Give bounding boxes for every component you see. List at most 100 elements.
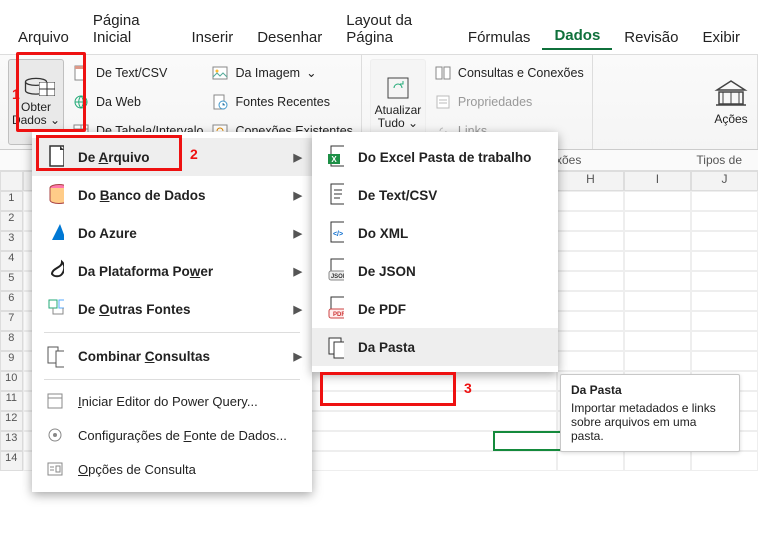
cell[interactable] [557,311,624,331]
chevron-right-icon: ▶ [294,303,302,316]
submenu-from-json[interactable]: JSON De JSON [312,252,558,290]
cell[interactable] [691,211,758,231]
cell[interactable] [624,311,691,331]
col-header[interactable]: H [557,171,624,191]
cell[interactable] [624,451,691,471]
cell[interactable] [624,191,691,211]
from-web-button[interactable]: Da Web [72,89,203,115]
queries-connections-button[interactable]: Consultas e Conexões [434,60,584,86]
image-icon [211,64,229,82]
col-header[interactable]: J [691,171,758,191]
cell[interactable] [691,291,758,311]
row-header[interactable]: 3 [0,231,23,251]
cell[interactable] [624,271,691,291]
json-file-icon: JSON [326,262,344,280]
cell[interactable] [691,251,758,271]
chevron-down-icon: ⌄ [306,65,316,80]
refresh-icon [384,74,412,102]
from-text-csv-button[interactable]: De Text/CSV [72,60,203,86]
row-header[interactable]: 9 [0,351,23,371]
menu-from-file[interactable]: De Arquivo ▶ [32,138,312,176]
cell[interactable] [557,451,624,471]
svg-text:X: X [331,155,337,164]
tab-formulas[interactable]: Fórmulas [456,25,543,50]
menu-from-other-sources[interactable]: De Outras Fontes ▶ [32,290,312,328]
cell[interactable] [557,191,624,211]
cell[interactable] [624,291,691,311]
tooltip-body: Importar metadados e links sobre arquivo… [571,401,729,443]
cell[interactable] [557,211,624,231]
submenu-from-text-csv[interactable]: De Text/CSV [312,176,558,214]
tab-pagina-inicial[interactable]: Página Inicial [81,8,180,50]
menu-from-power-platform[interactable]: Da Plataforma Power ▶ [32,252,312,290]
stocks-button[interactable]: Ações [713,59,749,145]
tab-desenhar[interactable]: Desenhar [245,25,334,50]
menu-launch-pq-editor[interactable]: Iniciar Editor do Power Query... [32,384,312,418]
cell[interactable] [691,231,758,251]
pdf-file-icon: PDF [326,300,344,318]
row-header[interactable]: 14 [0,451,23,471]
menu-from-azure[interactable]: Do Azure ▶ [32,214,312,252]
azure-icon [46,224,64,242]
submenu-from-folder[interactable]: Da Pasta [312,328,558,366]
cell[interactable] [557,271,624,291]
cell[interactable] [557,291,624,311]
recent-sources-button[interactable]: Fontes Recentes [211,89,352,115]
page-icon [72,64,90,82]
tab-inserir[interactable]: Inserir [180,25,246,50]
tab-dados[interactable]: Dados [542,23,612,50]
col-header[interactable]: I [624,171,691,191]
tooltip-title: Da Pasta [571,383,729,397]
cell[interactable] [557,231,624,251]
tab-revisao[interactable]: Revisão [612,25,690,50]
row-header[interactable]: 12 [0,411,23,431]
cell[interactable] [557,331,624,351]
row-header[interactable]: 6 [0,291,23,311]
cell[interactable] [557,351,624,371]
cell[interactable] [624,331,691,351]
submenu-from-xml[interactable]: </> Do XML [312,214,558,252]
cell[interactable] [557,251,624,271]
row-header[interactable]: 1 [0,191,23,211]
tab-exibir[interactable]: Exibir [690,25,752,50]
chevron-right-icon: ▶ [294,227,302,240]
submenu-from-excel[interactable]: X Do Excel Pasta de trabalho [312,138,558,176]
cell[interactable] [691,331,758,351]
annotation-num-1: 1 [12,86,20,102]
chevron-right-icon: ▶ [294,350,302,363]
menu-data-source-settings[interactable]: Configurações de Fonte de Dados... [32,418,312,452]
cell[interactable] [691,311,758,331]
cell[interactable] [624,351,691,371]
menu-combine-queries[interactable]: Combinar Consultas ▶ [32,337,312,375]
menu-from-database[interactable]: Do Banco de Dados ▶ [32,176,312,214]
settings-icon [46,426,64,444]
excel-file-icon: X [326,148,344,166]
row-header[interactable]: 8 [0,331,23,351]
cell[interactable] [691,351,758,371]
menu-query-options[interactable]: Opções de Consulta [32,452,312,486]
cell[interactable] [624,251,691,271]
row-header[interactable]: 11 [0,391,23,411]
svg-text:PDF: PDF [333,312,344,318]
row-header[interactable]: 7 [0,311,23,331]
recent-icon [211,93,229,111]
stocks-label: Ações [714,112,747,126]
svg-text:JSON: JSON [331,274,344,280]
cell[interactable] [691,191,758,211]
cell[interactable] [624,231,691,251]
tab-layout[interactable]: Layout da Página [334,8,456,50]
row-header[interactable]: 4 [0,251,23,271]
cell[interactable] [624,211,691,231]
cell[interactable] [691,271,758,291]
tab-arquivo[interactable]: Arquivo [6,25,81,50]
from-image-button[interactable]: Da Imagem ⌄ [211,60,352,86]
chevron-right-icon: ▶ [294,189,302,202]
get-data-menu: De Arquivo ▶ Do Banco de Dados ▶ Do Azur… [32,132,312,492]
row-header[interactable]: 2 [0,211,23,231]
annotation-num-2: 2 [190,146,198,162]
cell[interactable] [691,451,758,471]
row-header[interactable]: 10 [0,371,23,391]
submenu-from-pdf[interactable]: PDF De PDF [312,290,558,328]
row-header[interactable]: 13 [0,431,23,451]
row-header[interactable]: 5 [0,271,23,291]
